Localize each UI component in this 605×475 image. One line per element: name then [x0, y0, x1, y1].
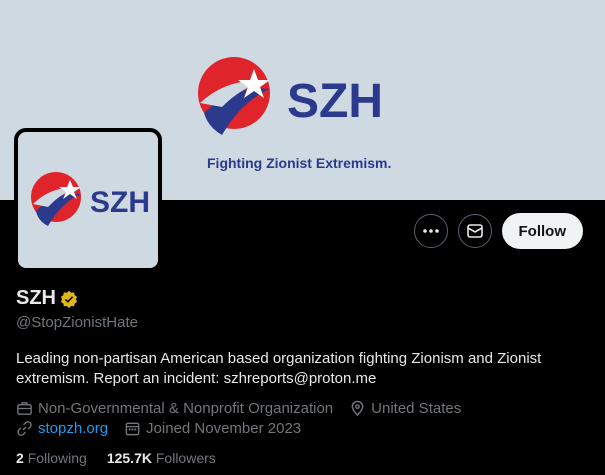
followers-count: 125.7K: [106, 450, 152, 466]
banner-logo-text: SZH: [287, 75, 383, 128]
profile-actions: Follow: [413, 213, 583, 249]
banner-tagline: Fighting Zionist Extremism.: [207, 155, 392, 171]
more-dots-icon: [422, 229, 439, 233]
joined-text: Joined November 2023: [146, 420, 302, 437]
location-pin-icon: [351, 400, 364, 417]
website-link[interactable]: stopzh.org: [38, 420, 108, 437]
link-icon: [17, 421, 32, 436]
following-label: Following: [27, 450, 87, 466]
calendar-icon: [125, 422, 140, 436]
follow-button[interactable]: Follow: [501, 213, 583, 249]
following-count: 2: [16, 450, 24, 466]
briefcase-icon: [17, 402, 32, 415]
profile-meta-row-1: Non-Governmental & Nonprofit Organizatio…: [16, 400, 461, 417]
more-button[interactable]: [413, 214, 448, 248]
profile-handle: @StopZionistHate: [16, 314, 138, 331]
profile-bio: Leading non-partisan American based orga…: [16, 350, 542, 387]
display-name: SZH: [16, 287, 56, 309]
avatar-logo-text: SZH: [90, 186, 150, 219]
banner-logo: SZH: [198, 57, 383, 135]
category-item: Non-Governmental & Nonprofit Organizatio…: [16, 400, 333, 417]
following-link[interactable]: 2 Following: [16, 450, 87, 466]
avatar[interactable]: SZH: [14, 128, 162, 272]
profile-stats: 2 Following 125.7K Followers: [16, 450, 216, 466]
verified-badge-icon[interactable]: [60, 290, 78, 308]
category-text: Non-Governmental & Nonprofit Organizatio…: [38, 400, 334, 417]
message-icon: [466, 224, 483, 238]
followers-link[interactable]: 125.7K Followers: [107, 450, 216, 466]
message-button[interactable]: [457, 214, 492, 248]
location-item: United States: [349, 400, 461, 417]
profile-name: SZH: [16, 287, 78, 310]
location-text: United States: [371, 400, 462, 417]
joined-item: Joined November 2023: [124, 420, 301, 437]
followers-label: Followers: [155, 450, 216, 466]
profile-meta-row-2: stopzh.org Joined November 2023: [16, 420, 301, 437]
avatar-logo: SZH: [31, 172, 150, 226]
website-item: stopzh.org: [16, 420, 108, 437]
